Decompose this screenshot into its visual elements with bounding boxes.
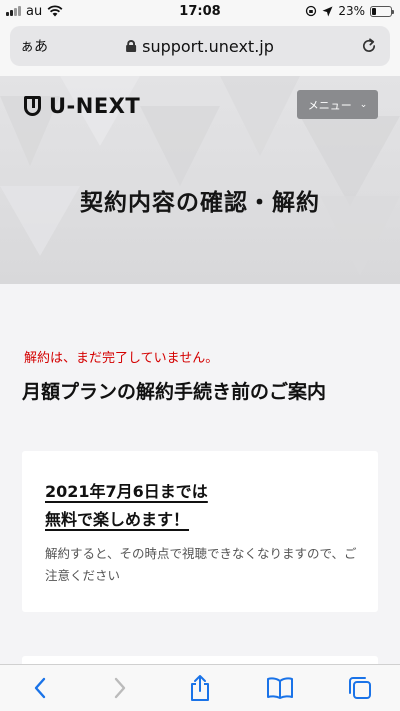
logo-mark-icon xyxy=(24,96,41,116)
share-icon xyxy=(191,675,209,701)
page-header: U-NEXT メニュー ⌄ 契約内容の確認・解約 xyxy=(0,76,400,284)
clock: 17:08 xyxy=(179,3,221,19)
chevron-left-icon xyxy=(34,677,46,699)
card-headline-line2: 無料で楽しめます！ xyxy=(45,510,190,529)
book-icon xyxy=(267,677,293,699)
section-title: 月額プランの解約手続き前のご案内 xyxy=(22,381,327,403)
status-bar: au 17:08 23% xyxy=(0,0,400,22)
wifi-icon xyxy=(47,5,63,17)
status-right: 23% xyxy=(305,4,394,18)
battery-icon xyxy=(370,5,394,17)
battery-percent: 23% xyxy=(338,4,365,18)
reader-options-button[interactable]: ぁあ xyxy=(20,36,60,56)
card-headline: 2021年7月6日までは 無料で楽しめます！ xyxy=(45,478,208,534)
reload-icon[interactable] xyxy=(360,37,378,55)
browser-url-area: ぁあ support.unext.jp xyxy=(0,22,400,76)
page-title: 契約内容の確認・解約 xyxy=(80,190,320,216)
menu-button[interactable]: メニュー ⌄ xyxy=(297,90,378,119)
back-button[interactable] xyxy=(20,668,60,708)
cancellation-notice: 解約は、まだ完了していません。 xyxy=(24,351,219,366)
logo-text: U-NEXT xyxy=(49,94,141,118)
free-trial-card: 2021年7月6日までは 無料で楽しめます！ 解約すると、その時点で視聴できなく… xyxy=(22,451,378,612)
lock-icon xyxy=(126,40,137,52)
unext-logo[interactable]: U-NEXT xyxy=(24,94,140,118)
bookmarks-button[interactable] xyxy=(260,668,300,708)
tabs-button[interactable] xyxy=(340,668,380,708)
location-icon xyxy=(322,6,333,16)
signal-icon xyxy=(6,6,21,16)
card-headline-line1: 2021年7月6日までは xyxy=(45,482,208,501)
carrier-label: au xyxy=(26,3,43,19)
card-body-text: 解約すると、その時点で視聴できなくなりますので、ご注意ください xyxy=(45,546,357,583)
menu-button-label: メニュー xyxy=(307,98,352,112)
url-text: support.unext.jp xyxy=(142,36,274,56)
browser-toolbar xyxy=(0,664,400,711)
url-display[interactable]: support.unext.jp xyxy=(126,37,274,56)
share-button[interactable] xyxy=(180,668,220,708)
status-left: au xyxy=(6,4,63,19)
orientation-lock-icon xyxy=(306,5,317,17)
address-bar[interactable]: ぁあ support.unext.jp xyxy=(10,26,390,66)
chevron-down-icon: ⌄ xyxy=(359,99,368,110)
tabs-icon xyxy=(349,677,371,699)
chevron-right-icon xyxy=(114,677,126,699)
forward-button[interactable] xyxy=(100,668,140,708)
